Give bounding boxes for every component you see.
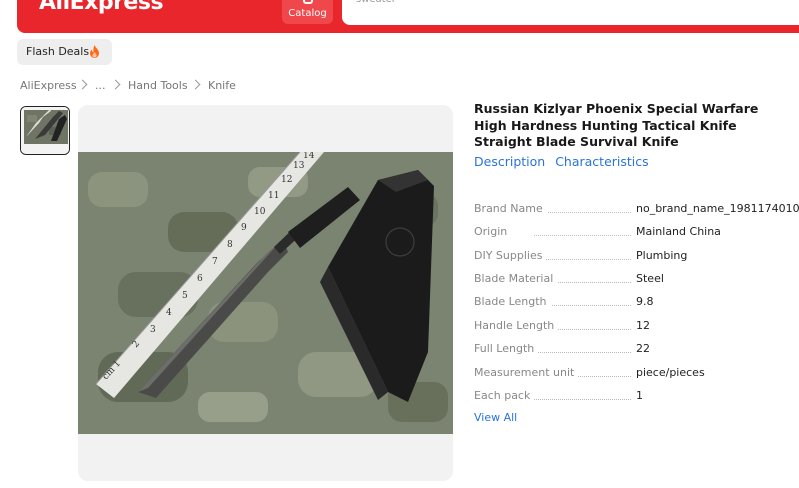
catalog-button[interactable]: Catalog (282, 0, 333, 24)
view-all-link[interactable]: View All (474, 411, 517, 424)
catalog-label: Catalog (288, 8, 327, 19)
spec-value: Mainland China (636, 225, 721, 238)
breadcrumb-aliexpress[interactable]: AliExpress (20, 79, 77, 92)
spec-row-handle-length: Handle Length 12 (474, 319, 799, 335)
svg-text:8: 8 (227, 240, 233, 250)
knife-photo: cm 1 2 3 4 5 6 7 8 9 10 11 12 13 14 (78, 152, 453, 434)
svg-text:4: 4 (166, 308, 172, 318)
spec-key: Blade Material (474, 272, 558, 285)
svg-text:12: 12 (281, 175, 292, 185)
fire-icon (90, 45, 99, 58)
svg-text:9: 9 (241, 223, 247, 233)
spec-value: piece/pieces (636, 366, 705, 379)
spec-key: Blade Length (474, 295, 551, 308)
spec-row-blade-material: Blade Material Steel (474, 272, 799, 288)
spec-value: Steel (636, 272, 664, 285)
svg-text:3: 3 (150, 325, 156, 335)
spec-leader (534, 212, 631, 213)
flash-deals-button[interactable]: Flash Deals (17, 39, 112, 65)
search-input[interactable]: sweater (342, 0, 799, 25)
spec-value: no_brand_name_1981174010 (636, 202, 799, 215)
spec-leader (534, 352, 631, 353)
spec-row-each-pack: Each pack 1 (474, 389, 799, 405)
aliexpress-logo[interactable]: AliExpress (39, 0, 164, 15)
svg-text:14: 14 (303, 152, 315, 161)
thumbnail-image (21, 107, 69, 154)
spec-value: 22 (636, 342, 650, 355)
search-placeholder: sweater (356, 0, 396, 5)
spec-row-diy-supplies: DIY Supplies Plumbing (474, 249, 799, 265)
spec-key: Origin (474, 225, 512, 238)
product-thumbnail[interactable] (20, 106, 70, 155)
spec-key: Full Length (474, 342, 539, 355)
chevron-right-icon (77, 79, 88, 90)
spec-value: Plumbing (636, 249, 688, 262)
spec-value: 9.8 (636, 295, 654, 308)
spec-leader (534, 259, 631, 260)
main-product-image[interactable]: cm 1 2 3 4 5 6 7 8 9 10 11 12 13 14 (78, 105, 453, 481)
breadcrumb-knife[interactable]: Knife (208, 79, 236, 92)
spec-leader (534, 399, 631, 400)
header-bar: AliExpress Catalog sweater (17, 0, 799, 33)
catalog-icon (303, 0, 313, 4)
product-title: Russian Kizlyar Phoenix Special Warfare … (474, 101, 759, 149)
breadcrumb-ellipsis[interactable]: ... (95, 79, 106, 92)
spec-row-measurement-unit: Measurement unit piece/pieces (474, 366, 799, 382)
spec-key: Handle Length (474, 319, 559, 332)
spec-row-origin: Origin Mainland China (474, 225, 799, 241)
spec-row-full-length: Full Length 22 (474, 342, 799, 358)
spec-leader (534, 235, 631, 236)
spec-key: DIY Supplies (474, 249, 547, 262)
spec-key: Measurement unit (474, 366, 579, 379)
tab-description[interactable]: Description (474, 154, 545, 169)
product-tabs: Description Characteristics (474, 154, 655, 169)
chevron-right-icon (190, 79, 201, 90)
svg-text:7: 7 (212, 257, 218, 267)
tab-characteristics[interactable]: Characteristics (555, 154, 648, 169)
svg-text:10: 10 (254, 207, 266, 217)
svg-text:5: 5 (182, 291, 188, 301)
spec-row-brand-name: Brand Name no_brand_name_1981174010 (474, 202, 799, 218)
flash-deals-label: Flash Deals (26, 45, 90, 58)
spec-row-blade-length: Blade Length 9.8 (474, 295, 799, 311)
spec-value: 1 (636, 389, 643, 402)
svg-text:13: 13 (293, 161, 305, 171)
svg-text:11: 11 (268, 191, 279, 201)
breadcrumb-hand-tools[interactable]: Hand Tools (128, 79, 188, 92)
spec-key: Each pack (474, 389, 535, 402)
spec-key: Brand Name (474, 202, 547, 215)
svg-text:6: 6 (197, 274, 203, 284)
chevron-right-icon (110, 79, 121, 90)
spec-value: 12 (636, 319, 650, 332)
